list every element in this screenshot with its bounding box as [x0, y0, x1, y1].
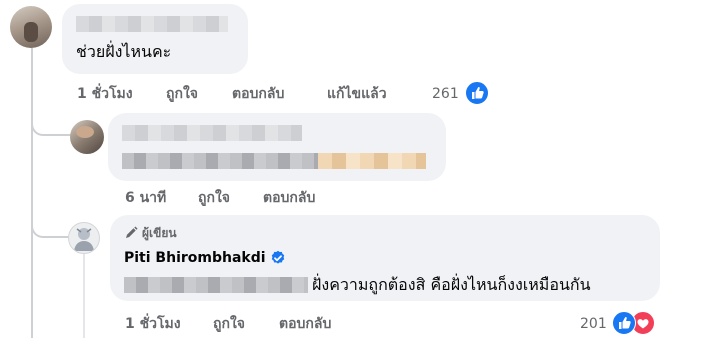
like-reaction-icon[interactable]	[612, 311, 636, 335]
reaction-count[interactable]: 261	[432, 85, 459, 103]
comment-timestamp[interactable]: 1 ชั่วโมง	[125, 315, 181, 333]
reply-button[interactable]: ตอบกลับ	[279, 315, 331, 333]
author-avatar[interactable]	[68, 222, 100, 254]
reply-thread-line	[83, 244, 85, 338]
avatar-face	[24, 22, 38, 42]
blurred-mention	[124, 277, 308, 293]
blurred-author-name	[76, 16, 228, 32]
comment-bubble: ช่วยฝั่งไหนคะ	[62, 4, 248, 74]
like-button[interactable]: ถูกใจ	[198, 189, 230, 207]
comment-timestamp[interactable]: 6 นาที	[125, 189, 166, 207]
avatar-face	[76, 126, 94, 138]
thread-elbow-reply-1	[31, 112, 71, 136]
reaction-count[interactable]: 201	[580, 315, 607, 333]
pen-icon	[124, 225, 138, 239]
comment-text: ช่วยฝั่งไหนคะ	[76, 42, 172, 61]
like-button[interactable]: ถูกใจ	[213, 315, 245, 333]
comment-timestamp[interactable]: 1 ชั่วโมง	[77, 85, 133, 103]
like-reaction-icon[interactable]	[465, 81, 489, 105]
avatar[interactable]	[70, 120, 104, 154]
blurred-author-name	[122, 125, 302, 141]
thread-elbow-reply-2	[31, 212, 71, 238]
comment-bubble	[108, 113, 446, 181]
blurred-emoji	[318, 153, 426, 169]
comment-text: ฝั่งความถูกต้องสิ คือฝั่งไหนก็งงเหมือนกั…	[312, 275, 591, 294]
author-name[interactable]: Piti Bhirombhakdi	[124, 249, 266, 267]
like-button[interactable]: ถูกใจ	[166, 85, 198, 103]
verified-badge-icon	[270, 250, 286, 266]
thread-line	[31, 48, 33, 338]
author-badge: ผู้เขียน	[142, 226, 177, 240]
edited-label[interactable]: แก้ไขแล้ว	[327, 85, 387, 103]
comment-bubble: ผู้เขียน Piti Bhirombhakdi ฝั่งความถูกต้…	[110, 215, 660, 301]
reply-button[interactable]: ตอบกลับ	[263, 189, 315, 207]
reply-button[interactable]: ตอบกลับ	[232, 85, 284, 103]
avatar[interactable]	[10, 6, 52, 48]
blurred-comment-text	[122, 153, 318, 169]
